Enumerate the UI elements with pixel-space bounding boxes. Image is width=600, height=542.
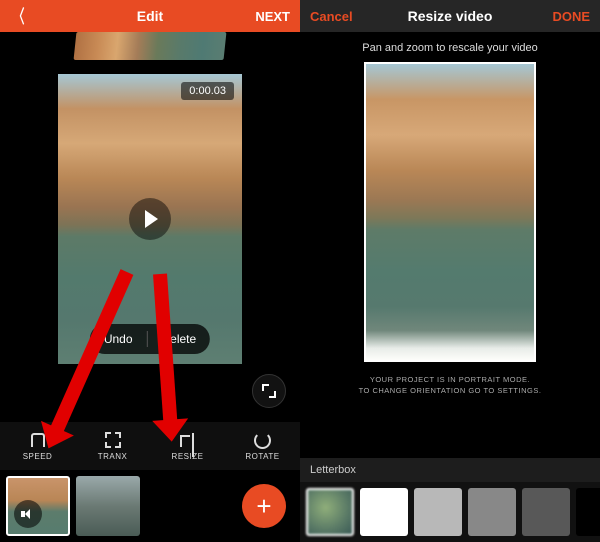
fullscreen-button[interactable] <box>252 374 286 408</box>
rotate-icon <box>254 431 271 449</box>
done-button[interactable]: DONE <box>544 9 590 24</box>
tool-label: RESIZE <box>172 452 204 461</box>
resize-subtitle: Pan and zoom to rescale your video <box>300 32 600 62</box>
swatch-lightgray[interactable] <box>414 488 462 536</box>
resize-header: Cancel Resize video DONE <box>300 0 600 32</box>
tool-tranx[interactable]: TRANX <box>85 431 141 461</box>
orientation-note: YOUR PROJECT IS IN PORTRAIT MODE. TO CHA… <box>359 362 542 407</box>
tool-rotate[interactable]: ROTATE <box>235 431 291 461</box>
tool-label: TRANX <box>98 452 128 461</box>
letterbox-label: Letterbox <box>300 458 600 482</box>
clip-thumb-2[interactable] <box>76 476 140 536</box>
timeline-clip-thumb <box>74 32 227 60</box>
swatch-white[interactable] <box>360 488 408 536</box>
preview-area: 0:00.03 Undo Delete <box>0 62 300 422</box>
resize-frame[interactable] <box>364 62 536 362</box>
video-preview[interactable]: 0:00.03 Undo Delete <box>58 74 242 364</box>
tranx-icon <box>105 431 121 449</box>
edit-screen: 〈 Edit NEXT 0:00.03 Undo Delete SPEED <box>0 0 300 542</box>
back-button[interactable]: 〈 <box>10 3 56 29</box>
clip-tray: + <box>0 470 300 542</box>
expand-icon <box>262 384 276 398</box>
clip-audio-button[interactable] <box>14 500 42 528</box>
cancel-button[interactable]: Cancel <box>310 9 356 24</box>
play-icon <box>145 210 158 228</box>
edit-title: Edit <box>56 8 244 24</box>
letterbox-swatches <box>300 482 600 542</box>
tool-label: SPEED <box>23 452 53 461</box>
clip-thumb-1[interactable] <box>6 476 70 536</box>
swatch-darkgray[interactable] <box>522 488 570 536</box>
next-button[interactable]: NEXT <box>244 9 290 24</box>
swatch-gray[interactable] <box>468 488 516 536</box>
resize-screen: Cancel Resize video DONE Pan and zoom to… <box>300 0 600 542</box>
chevron-left-icon: 〈 <box>14 3 25 29</box>
note-line: TO CHANGE ORIENTATION GO TO SETTINGS. <box>359 385 542 396</box>
plus-icon: + <box>256 491 271 522</box>
note-line: YOUR PROJECT IS IN PORTRAIT MODE. <box>359 374 542 385</box>
add-clip-button[interactable]: + <box>242 484 286 528</box>
resize-title: Resize video <box>356 8 544 24</box>
swatch-black[interactable] <box>576 488 600 536</box>
tool-label: ROTATE <box>245 452 279 461</box>
timeline-strip[interactable] <box>0 32 300 62</box>
swatch-blur[interactable] <box>306 488 354 536</box>
timestamp-badge: 0:00.03 <box>181 82 234 100</box>
volume-icon <box>21 509 35 519</box>
play-button[interactable] <box>129 198 171 240</box>
resize-canvas-area: YOUR PROJECT IS IN PORTRAIT MODE. TO CHA… <box>300 62 600 458</box>
edit-header: 〈 Edit NEXT <box>0 0 300 32</box>
